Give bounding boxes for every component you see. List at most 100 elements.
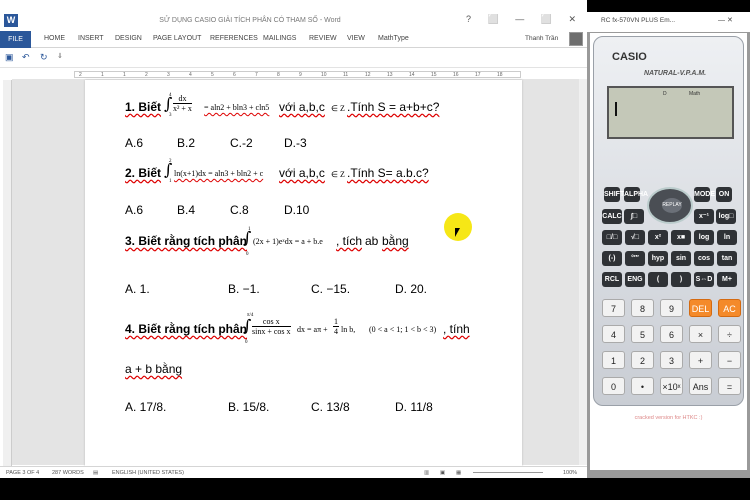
calc-key[interactable]: AC [718, 299, 741, 317]
text-cursor [615, 102, 617, 116]
document-page[interactable]: 1. Biết ∫ 4 3 dx x² + x = aln2 + bln3 + c… [85, 80, 522, 466]
proofing-icon[interactable]: ▤ [93, 470, 98, 476]
ruler-number: 13 [387, 72, 393, 78]
calc-key[interactable]: • [631, 377, 654, 395]
q4-answer-b: B. 15/8. [228, 400, 270, 414]
horizontal-ruler[interactable]: 2 1 1 2 3 4 5 6 7 8 9 10 11 12 13 14 15 16 17 18 [74, 71, 521, 78]
tab-view[interactable]: VIEW [347, 35, 365, 42]
calc-key[interactable]: ×10ˣ [660, 377, 683, 395]
tab-home[interactable]: HOME [44, 35, 65, 42]
calculator-brand: CASIO [612, 51, 647, 63]
tab-insert[interactable]: INSERT [78, 35, 104, 42]
calc-key[interactable]: MODE [694, 187, 715, 202]
calc-key[interactable]: ) [671, 272, 691, 287]
tab-references[interactable]: REFERENCES [210, 35, 258, 42]
calc-key[interactable]: °′″ [625, 251, 645, 266]
calc-key[interactable]: 2 [631, 351, 654, 369]
calc-key[interactable]: hyp [648, 251, 668, 266]
calc-key[interactable]: 4 [602, 325, 625, 343]
ruler-number: 3 [167, 72, 170, 78]
calculator-model: NATURAL-V.P.A.M. [644, 70, 707, 77]
calc-key[interactable]: DEL [689, 299, 712, 317]
calc-key[interactable]: M+ [717, 272, 737, 287]
print-layout-icon[interactable]: ▣ [440, 470, 445, 476]
calc-key[interactable]: log [694, 230, 714, 245]
read-mode-icon[interactable]: ▥ [424, 470, 429, 476]
tab-mathtype[interactable]: MathType [378, 35, 409, 42]
calc-key[interactable]: ENG [625, 272, 645, 287]
user-name[interactable]: Thanh Trần [525, 35, 558, 42]
vertical-scrollbar[interactable] [579, 79, 587, 465]
customize-icon[interactable]: ⇓ [57, 52, 63, 60]
calc-key[interactable]: (-) [602, 251, 622, 266]
calc-key[interactable]: x⁻¹ [694, 209, 714, 224]
language[interactable]: ENGLISH (UNITED STATES) [112, 470, 184, 476]
calc-key[interactable]: 7 [602, 299, 625, 317]
tab-mailings[interactable]: MAILINGS [263, 35, 296, 42]
calc-key[interactable]: 1 [602, 351, 625, 369]
ruler-number: 5 [211, 72, 214, 78]
window-controls[interactable]: ? ⬜ — ⬜ ✕ [466, 14, 583, 25]
calc-key[interactable]: ON [716, 187, 732, 202]
save-icon[interactable]: ▣ [5, 52, 14, 63]
calc-key[interactable]: 3 [660, 351, 683, 369]
web-layout-icon[interactable]: ▦ [456, 470, 461, 476]
calc-key[interactable]: ln [717, 230, 737, 245]
cracked-notice: cracked version for HTKC :) [634, 415, 703, 421]
integral-sign: ∫ [243, 316, 252, 335]
q3-tail-3: bằng [382, 234, 409, 248]
calc-key[interactable]: ( [648, 272, 668, 287]
zoom-slider[interactable] [473, 472, 543, 473]
q1-answer-a: A.6 [125, 136, 144, 150]
calc-key[interactable]: 0 [602, 377, 625, 395]
calc-key[interactable]: + [689, 351, 712, 369]
calc-key[interactable]: CALC [602, 209, 622, 224]
replay-label: REPLAY [662, 198, 682, 213]
calc-key[interactable]: ALPHA [624, 187, 648, 202]
calc-key[interactable]: = [718, 377, 741, 395]
q1-math: = aln2 + bln3 + cln5 [204, 103, 270, 112]
calc-key[interactable]: tan [717, 251, 737, 266]
calc-key[interactable]: cos [694, 251, 714, 266]
ruler-number: 18 [497, 72, 503, 78]
zoom-level[interactable]: 100% [563, 470, 577, 476]
calc-key[interactable]: √□ [625, 230, 645, 245]
tab-design[interactable]: DESIGN [115, 35, 142, 42]
calc-key[interactable]: × [689, 325, 712, 343]
undo-icon[interactable]: ↶ [22, 52, 30, 63]
tab-page-layout[interactable]: PAGE LAYOUT [153, 35, 201, 42]
q1-upper: 4 [169, 93, 172, 98]
q1-answer-c: C.-2 [230, 136, 253, 150]
calc-key[interactable]: x■ [671, 230, 691, 245]
page-count[interactable]: PAGE 3 OF 4 [6, 470, 39, 476]
q1-set: ∈ Z [331, 104, 345, 113]
q2-lower: 1 [169, 179, 172, 184]
calc-key[interactable]: 5 [631, 325, 654, 343]
calc-key[interactable]: 6 [660, 325, 683, 343]
vertical-ruler[interactable] [3, 80, 12, 470]
calc-key[interactable]: − [718, 351, 741, 369]
q1-label: 1. Biết [125, 100, 162, 114]
calc-key[interactable]: x² [648, 230, 668, 245]
ruler-number: 2 [145, 72, 148, 78]
calc-key[interactable]: RCL [602, 272, 622, 287]
tab-file[interactable]: FILE [0, 31, 31, 48]
calc-key[interactable]: SHIFT [604, 187, 624, 202]
calc-key[interactable]: S⇔D [694, 272, 714, 287]
redo-icon[interactable]: ↻ [40, 52, 48, 63]
q4-math-end: ln b, [341, 325, 356, 334]
calc-key[interactable]: log□ [716, 209, 736, 224]
ribbon-tabs: FILE HOME INSERT DESIGN PAGE LAYOUT REFE… [0, 31, 587, 48]
calc-key[interactable]: 8 [631, 299, 654, 317]
calc-key[interactable]: □/□ [602, 230, 622, 245]
tab-review[interactable]: REVIEW [309, 35, 337, 42]
calc-key[interactable]: Ans [689, 377, 712, 395]
calc-key[interactable]: 9 [660, 299, 683, 317]
calc-window-controls[interactable]: — ✕ [718, 16, 733, 24]
replay-pad[interactable]: REPLAY [647, 187, 693, 224]
calc-key[interactable]: sin [671, 251, 691, 266]
avatar[interactable] [569, 32, 583, 46]
word-count[interactable]: 287 WORDS [52, 470, 84, 476]
calc-key[interactable]: ÷ [718, 325, 741, 343]
calc-key[interactable]: ∫□ [624, 209, 644, 224]
